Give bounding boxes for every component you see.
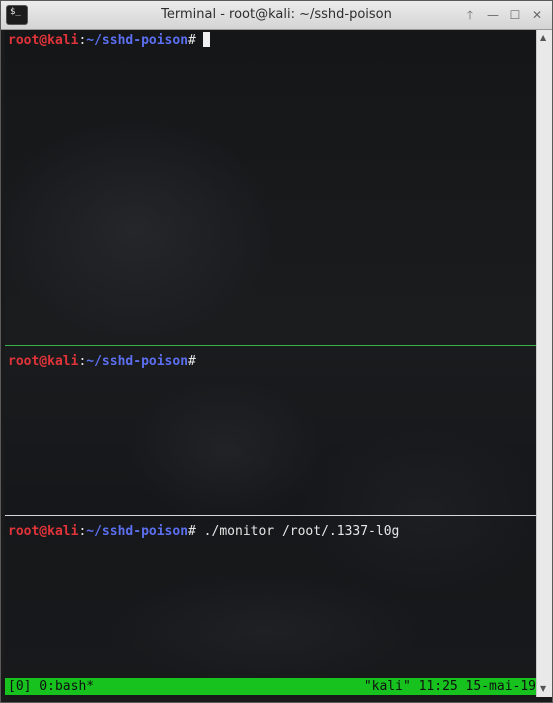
terminal-window: $_ Terminal - root@kali: ~/sshd-poison 🡑… — [0, 0, 553, 703]
pane-1-prompt-line[interactable]: root@kali:~/sshd-poison# — [8, 32, 210, 49]
status-window-list[interactable]: [0] 0:bash* — [8, 678, 94, 695]
pane-separator[interactable] — [5, 515, 536, 516]
minimize-button[interactable]: — — [484, 6, 502, 24]
prompt-user: root@kali — [8, 33, 79, 48]
scroll-down-icon[interactable]: ▼ — [540, 684, 546, 693]
prompt-symbol: # — [188, 33, 196, 48]
prompt-symbol: # — [188, 354, 196, 369]
pane-3-command: ./monitor /root/.1337-l0g — [195, 524, 400, 539]
status-host-clock: "kali" 11:25 15-mai-19 — [363, 679, 536, 694]
vertical-scrollbar[interactable]: ▲ ▼ — [536, 30, 552, 697]
maximize-button[interactable]: ☐ — [506, 6, 524, 24]
close-button[interactable]: ✕ — [528, 6, 546, 24]
prompt-user: root@kali — [8, 354, 79, 369]
shade-button[interactable]: 🡑 — [461, 6, 479, 24]
tmux-status-bar: [0] 0:bash* "kali" 11:25 15-mai-19 — [5, 678, 536, 695]
prompt-symbol: # — [188, 524, 196, 539]
pane-separator-active[interactable] — [5, 345, 536, 346]
scroll-up-icon[interactable]: ▲ — [540, 33, 546, 42]
title-bar[interactable]: $_ Terminal - root@kali: ~/sshd-poison 🡑… — [1, 1, 552, 30]
prompt-path: ~/sshd-poison — [86, 354, 189, 369]
pane-2-prompt-line[interactable]: root@kali:~/sshd-poison# — [8, 354, 196, 370]
prompt-user: root@kali — [8, 524, 79, 539]
terminal-area[interactable]: root@kali:~/sshd-poison# root@kali:~/ssh… — [5, 30, 536, 697]
text-cursor — [202, 32, 210, 47]
pane-3-prompt-line[interactable]: root@kali:~/sshd-poison# ./monitor /root… — [8, 524, 399, 540]
prompt-path: ~/sshd-poison — [86, 524, 189, 539]
prompt-path: ~/sshd-poison — [86, 33, 189, 48]
